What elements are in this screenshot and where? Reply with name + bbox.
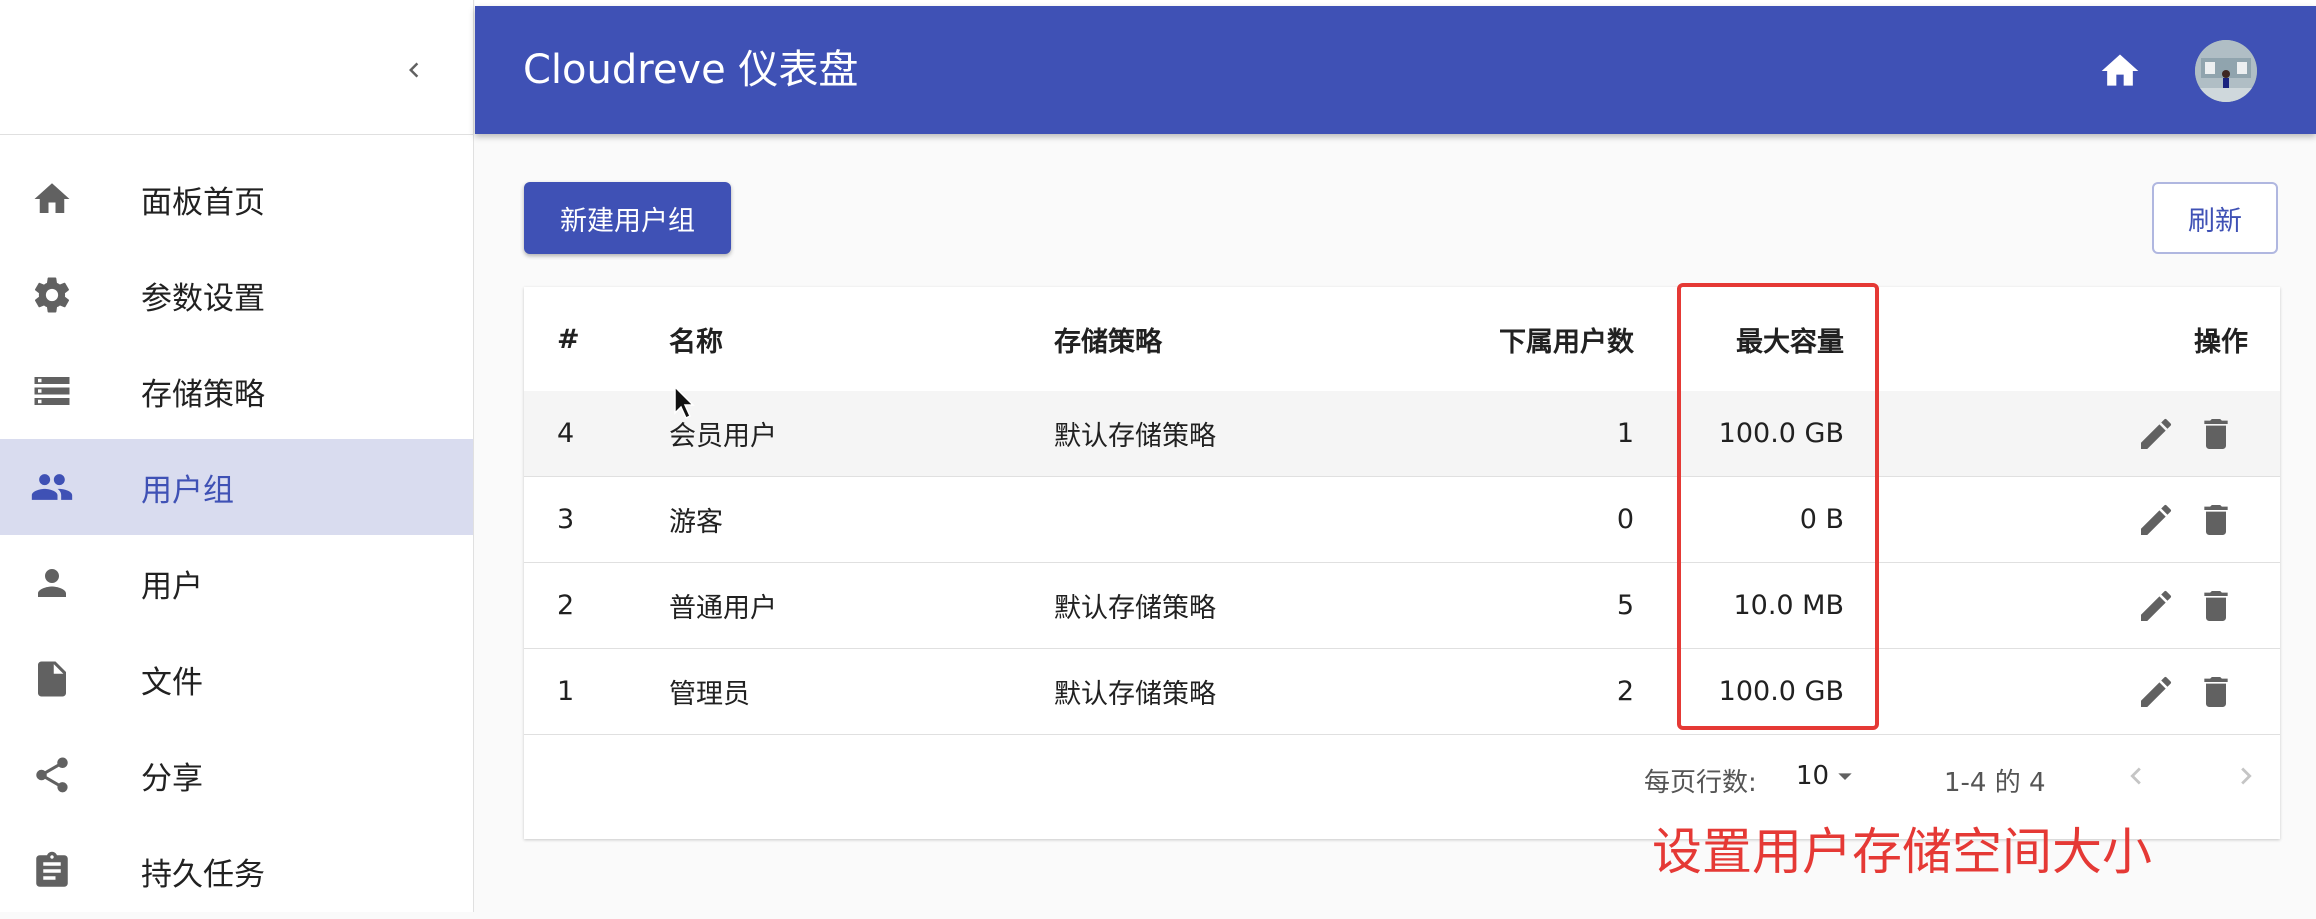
sidebar-item-storage-policy[interactable]: 存储策略 [0,343,473,439]
edit-button[interactable] [2134,498,2178,542]
header-max-capacity[interactable]: 最大容量 [1736,287,1844,391]
app-bar: Cloudreve 仪表盘 [475,6,2316,134]
sidebar: 面板首页 参数设置 存储策略 用户组 用户 文件 分享 持久任务 [0,0,474,912]
edit-button[interactable] [2134,584,2178,628]
delete-button[interactable] [2194,584,2238,628]
sidebar-item-label: 分享 [141,760,203,797]
row-id: 4 [557,418,575,449]
pencil-icon [2141,590,2172,621]
sidebar-item-label: 用户组 [141,472,234,509]
row-user-count: 0 [1616,504,1634,535]
header-actions: 操作 [2194,326,2248,358]
row-policy: 默认存储策略 [1054,593,1216,624]
next-page-button[interactable] [2224,754,2268,798]
mouse-cursor-icon [674,386,695,420]
group-icon [30,465,74,509]
sidebar-header [0,0,473,135]
sidebar-item-label: 用户 [141,568,203,605]
row-max-capacity: 10.0 MB [1733,590,1844,621]
trash-icon [2204,418,2228,449]
header-policy[interactable]: 存储策略 [1054,287,1162,391]
sidebar-item-dashboard[interactable]: 面板首页 [0,151,473,247]
row-policy: 默认存储策略 [1054,679,1216,710]
sidebar-nav: 面板首页 参数设置 存储策略 用户组 用户 文件 分享 持久任务 [0,151,473,919]
row-user-count: 2 [1616,676,1634,707]
row-name: 普通用户 [669,593,777,624]
pencil-icon [2141,418,2172,449]
sidebar-item-label: 参数设置 [141,280,265,317]
page-title: Cloudreve 仪表盘 [523,47,859,93]
delete-button[interactable] [2194,670,2238,714]
table-row[interactable]: 1 管理员 默认存储策略 2 100.0 GB [524,649,2280,735]
header-user-count[interactable]: 下属用户数 [1499,287,1634,391]
header-id[interactable]: # [557,287,580,391]
table-header: # 名称 存储策略 下属用户数 最大容量 操作 [524,287,2280,392]
rows-per-page-value: 10 [1796,761,1830,791]
table-row[interactable]: 2 普通用户 默认存储策略 5 10.0 MB [524,563,2280,649]
home-icon [2101,54,2139,86]
home-button[interactable] [2095,46,2145,96]
clipboard-icon [30,849,74,893]
pencil-icon [2141,504,2172,535]
row-name: 游客 [669,507,723,538]
avatar[interactable] [2195,40,2257,102]
trash-icon [2204,676,2228,707]
trash-icon [2204,504,2228,535]
chevron-left-icon [2130,767,2141,785]
share-icon [30,753,74,797]
row-id: 1 [557,676,575,707]
sidebar-item-users[interactable]: 用户 [0,535,473,631]
home-icon [30,177,74,221]
annotation-text: 设置用户存储空间大小 [1652,823,2152,881]
new-user-group-button[interactable]: 新建用户组 [524,182,731,254]
delete-button[interactable] [2194,412,2238,456]
sidebar-item-tasks[interactable]: 持久任务 [0,823,473,919]
sidebar-item-label: 面板首页 [141,184,265,221]
file-icon [30,657,74,701]
chevron-left-icon [409,62,419,78]
sidebar-item-label: 存储策略 [141,376,265,413]
person-icon [30,561,74,605]
rows-per-page-label: 每页行数: [1644,768,1757,798]
rows-per-page-select[interactable]: 10 [1796,758,1861,794]
sidebar-item-user-groups[interactable]: 用户组 [0,439,473,535]
avatar-image-icon [2195,40,2257,102]
sidebar-item-label: 持久任务 [141,856,265,893]
dropdown-arrow-icon [1838,773,1852,780]
gear-icon [30,273,74,317]
edit-button[interactable] [2134,412,2178,456]
edit-button[interactable] [2134,670,2178,714]
sidebar-item-shares[interactable]: 分享 [0,727,473,823]
collapse-sidebar-button[interactable] [392,48,436,92]
sidebar-item-settings[interactable]: 参数设置 [0,247,473,343]
header-name[interactable]: 名称 [669,287,723,391]
table-row[interactable]: 3 游客 0 0 B [524,477,2280,563]
pencil-icon [2141,676,2172,707]
sidebar-item-label: 文件 [141,664,203,701]
trash-icon [2204,590,2228,621]
sidebar-item-files[interactable]: 文件 [0,631,473,727]
row-id: 2 [557,590,575,621]
row-policy: 默认存储策略 [1054,421,1216,452]
row-user-count: 1 [1616,418,1634,449]
row-name: 管理员 [669,679,750,710]
table-row[interactable]: 4 会员用户 默认存储策略 1 100.0 GB [524,391,2280,477]
previous-page-button[interactable] [2114,754,2158,798]
row-user-count: 5 [1616,590,1634,621]
row-max-capacity: 100.0 GB [1718,418,1844,449]
storage-icon [30,369,74,413]
chevron-right-icon [2241,767,2252,785]
user-group-table: # 名称 存储策略 下属用户数 最大容量 操作 4 会员用户 默认存储策略 1 … [524,287,2280,839]
row-id: 3 [557,504,575,535]
page-range: 1-4 的 4 [1944,768,2046,798]
refresh-button[interactable]: 刷新 [2152,182,2278,254]
delete-button[interactable] [2194,498,2238,542]
row-max-capacity: 0 B [1799,504,1844,535]
row-max-capacity: 100.0 GB [1718,676,1844,707]
